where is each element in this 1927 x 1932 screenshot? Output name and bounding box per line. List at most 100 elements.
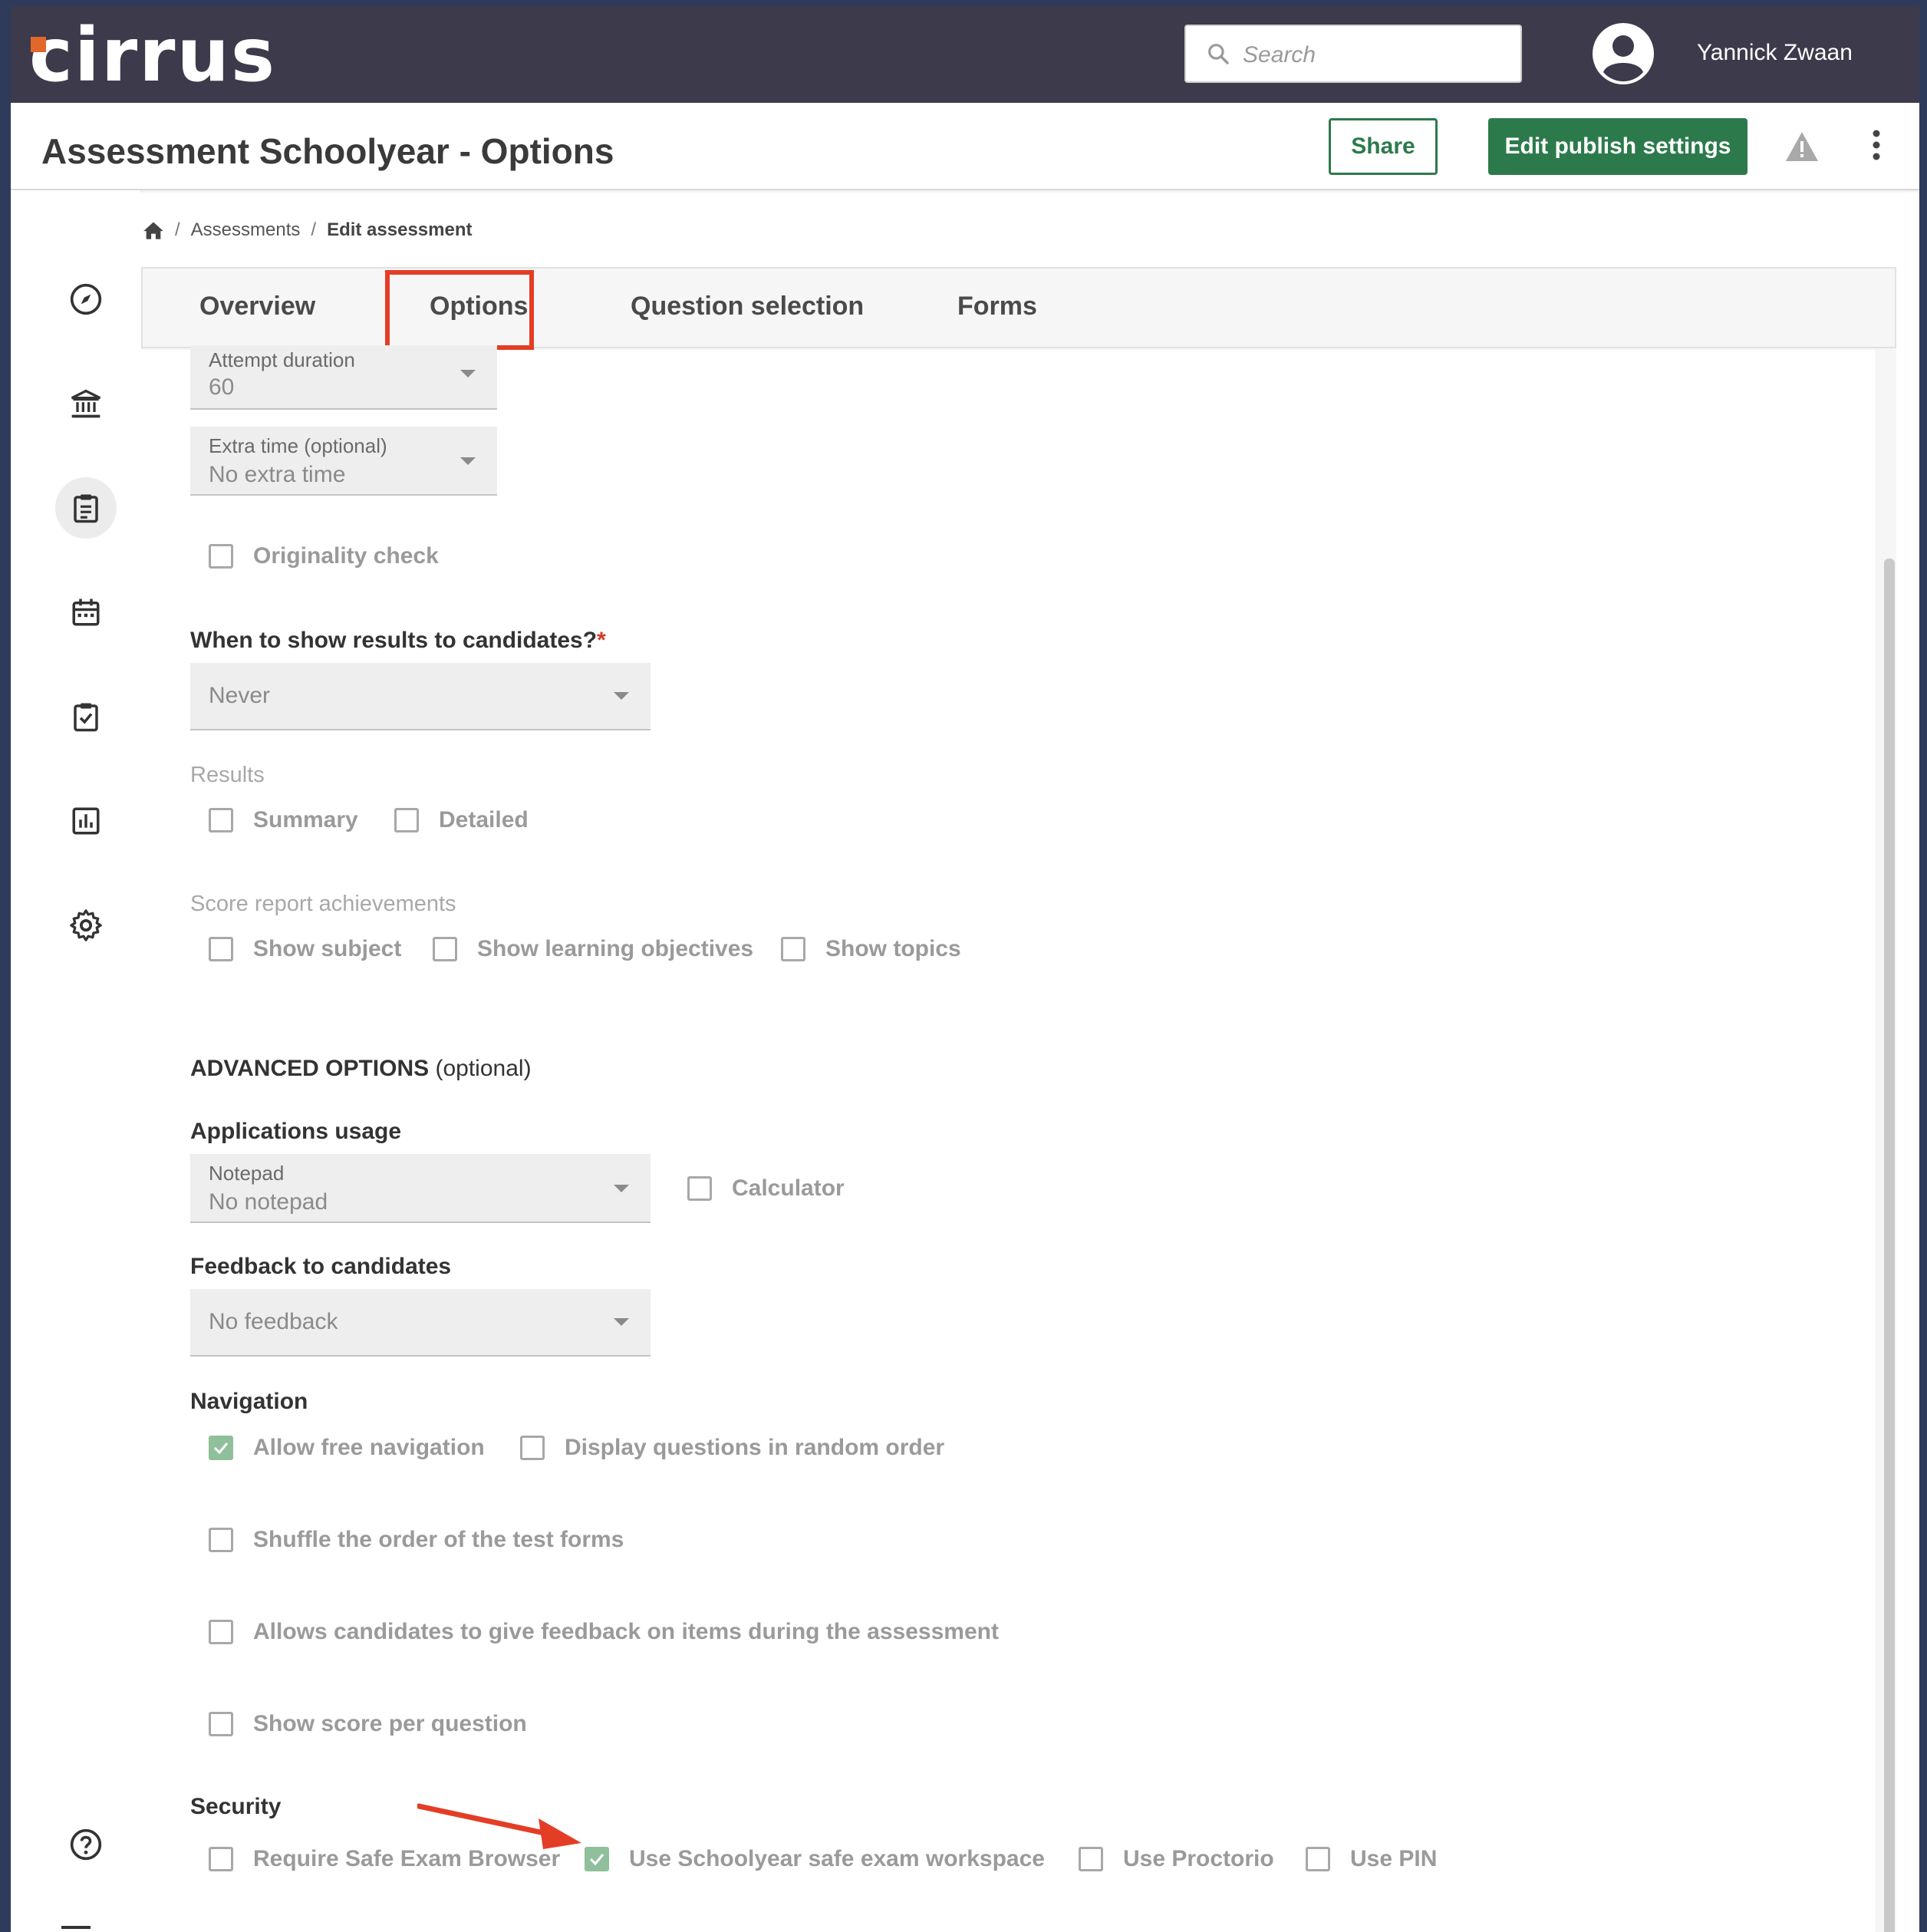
- schoolyear-workspace-label: Use Schoolyear safe exam workspace: [629, 1846, 1045, 1871]
- use-pin-checkbox[interactable]: Use PIN: [1306, 1846, 1437, 1872]
- search-box[interactable]: [1184, 25, 1522, 83]
- allow-free-navigation-label: Allow free navigation: [253, 1435, 485, 1460]
- attempt-duration-value: 60: [209, 374, 235, 400]
- item-feedback-label: Allows candidates to give feedback on it…: [253, 1619, 999, 1644]
- shuffle-forms-checkbox[interactable]: Shuffle the order of the test forms: [209, 1527, 624, 1553]
- show-results-label: When to show results to candidates?*: [190, 628, 606, 654]
- summary-checkbox[interactable]: Summary: [209, 807, 358, 833]
- extra-time-value: No extra time: [209, 462, 346, 487]
- chevron-down-icon: [460, 457, 476, 465]
- feedback-label: Feedback to candidates: [190, 1254, 452, 1279]
- attempt-duration-label: Attempt duration: [209, 348, 355, 371]
- calculator-checkbox[interactable]: Calculator: [687, 1175, 845, 1202]
- top-bar: cirrus Yannick Zwaan: [11, 6, 1919, 103]
- chart-icon[interactable]: [55, 790, 117, 852]
- score-per-question-checkbox[interactable]: Show score per question: [209, 1711, 527, 1737]
- task-check-icon[interactable]: [55, 686, 117, 747]
- breadcrumb: / Assessments / Edit assessment: [143, 219, 472, 241]
- advanced-options-title: ADVANCED OPTIONS: [190, 1056, 430, 1081]
- user-name[interactable]: Yannick Zwaan: [1697, 40, 1853, 66]
- search-icon: [1208, 44, 1229, 64]
- collapse-bar-icon[interactable]: [61, 1926, 91, 1929]
- show-topics-label: Show topics: [825, 936, 961, 961]
- checkbox-box[interactable]: [209, 1847, 233, 1871]
- warning-icon[interactable]: [1784, 130, 1820, 163]
- tab-question-selection[interactable]: Question selection: [631, 292, 864, 321]
- advanced-options-suffix: (optional): [435, 1056, 532, 1081]
- score-report-label: Score report achievements: [190, 892, 456, 916]
- feedback-value: No feedback: [209, 1309, 338, 1334]
- originality-check-checkbox[interactable]: Originality check: [209, 543, 439, 569]
- vertical-scrollbar[interactable]: [1884, 559, 1895, 1932]
- checkbox-box[interactable]: [1079, 1847, 1103, 1871]
- institution-icon[interactable]: [55, 373, 117, 434]
- required-mark: *: [597, 628, 606, 653]
- more-vert-icon[interactable]: [1872, 129, 1881, 163]
- use-pin-label: Use PIN: [1350, 1846, 1438, 1871]
- edit-publish-settings-button[interactable]: Edit publish settings: [1488, 118, 1747, 175]
- checkbox-box[interactable]: [687, 1176, 712, 1201]
- originality-check-label: Originality check: [253, 543, 439, 569]
- breadcrumb-separator: /: [311, 219, 317, 240]
- search-input[interactable]: [1241, 37, 1505, 74]
- chevron-down-icon: [460, 370, 476, 377]
- proctorio-checkbox[interactable]: Use Proctorio: [1079, 1846, 1274, 1872]
- chevron-down-icon: [614, 1185, 629, 1192]
- shuffle-forms-label: Shuffle the order of the test forms: [253, 1527, 624, 1552]
- checkbox-box[interactable]: [1306, 1847, 1330, 1871]
- notepad-label: Notepad: [209, 1162, 285, 1185]
- extra-time-select[interactable]: Extra time (optional) No extra time: [190, 427, 497, 496]
- show-topics-checkbox[interactable]: Show topics: [781, 936, 961, 962]
- notepad-value: No notepad: [209, 1189, 328, 1215]
- help-icon[interactable]: [55, 1814, 117, 1875]
- logo-mark-icon: [31, 37, 46, 52]
- navigation-label: Navigation: [190, 1389, 308, 1414]
- user-icon[interactable]: [1593, 23, 1654, 84]
- checkbox-box-checked[interactable]: [209, 1436, 233, 1460]
- feedback-select[interactable]: No feedback: [190, 1289, 651, 1357]
- show-subject-checkbox[interactable]: Show subject: [209, 936, 401, 962]
- checkbox-box[interactable]: [209, 937, 233, 961]
- logo[interactable]: cirrus: [29, 17, 276, 94]
- breadcrumb-assessments[interactable]: Assessments: [191, 219, 301, 241]
- detailed-checkbox[interactable]: Detailed: [394, 807, 529, 833]
- tab-forms[interactable]: Forms: [957, 292, 1037, 321]
- advanced-options-heading: ADVANCED OPTIONS (optional): [190, 1056, 532, 1082]
- show-subject-label: Show subject: [253, 936, 402, 961]
- checkbox-box[interactable]: [209, 808, 233, 832]
- checkbox-box[interactable]: [520, 1436, 545, 1460]
- clipboard-icon[interactable]: [55, 477, 117, 539]
- chevron-down-icon: [614, 1318, 629, 1326]
- checkbox-box[interactable]: [209, 1620, 233, 1644]
- tab-overview[interactable]: Overview: [199, 292, 315, 321]
- calendar-icon[interactable]: [55, 582, 117, 643]
- applications-usage-label: Applications usage: [190, 1119, 402, 1144]
- checkbox-box[interactable]: [209, 1528, 233, 1552]
- checkbox-box[interactable]: [209, 1712, 233, 1736]
- allow-free-navigation-checkbox[interactable]: Allow free navigation: [209, 1435, 485, 1461]
- summary-label: Summary: [253, 807, 358, 832]
- extra-time-label: Extra time (optional): [209, 434, 387, 457]
- breadcrumb-current: Edit assessment: [327, 219, 473, 240]
- show-results-label-text: When to show results to candidates?: [190, 628, 598, 653]
- logo-text: cirrus: [29, 12, 276, 98]
- title-bar: Assessment Schoolyear - Options Share Ed…: [11, 103, 1919, 190]
- arrow-annotation: [417, 1803, 581, 1849]
- schoolyear-workspace-checkbox[interactable]: Use Schoolyear safe exam workspace: [585, 1846, 1045, 1872]
- content-panel: Overview Options Question selection Form…: [141, 267, 1896, 1932]
- checkbox-box[interactable]: [209, 544, 233, 569]
- random-order-checkbox[interactable]: Display questions in random order: [520, 1435, 944, 1461]
- security-label: Security: [190, 1794, 282, 1819]
- show-learning-objectives-checkbox[interactable]: Show learning objectives: [433, 936, 753, 962]
- gear-icon[interactable]: [55, 895, 117, 956]
- attempt-duration-select[interactable]: Attempt duration 60: [190, 345, 497, 410]
- item-feedback-checkbox[interactable]: Allows candidates to give feedback on it…: [209, 1619, 999, 1645]
- share-button[interactable]: Share: [1329, 118, 1438, 175]
- compass-icon[interactable]: [55, 269, 117, 330]
- checkbox-box[interactable]: [433, 937, 457, 961]
- show-results-select[interactable]: Never: [190, 663, 651, 730]
- checkbox-box[interactable]: [394, 808, 419, 832]
- checkbox-box[interactable]: [781, 937, 805, 961]
- notepad-select[interactable]: Notepad No notepad: [190, 1154, 651, 1223]
- home-icon[interactable]: [143, 220, 164, 240]
